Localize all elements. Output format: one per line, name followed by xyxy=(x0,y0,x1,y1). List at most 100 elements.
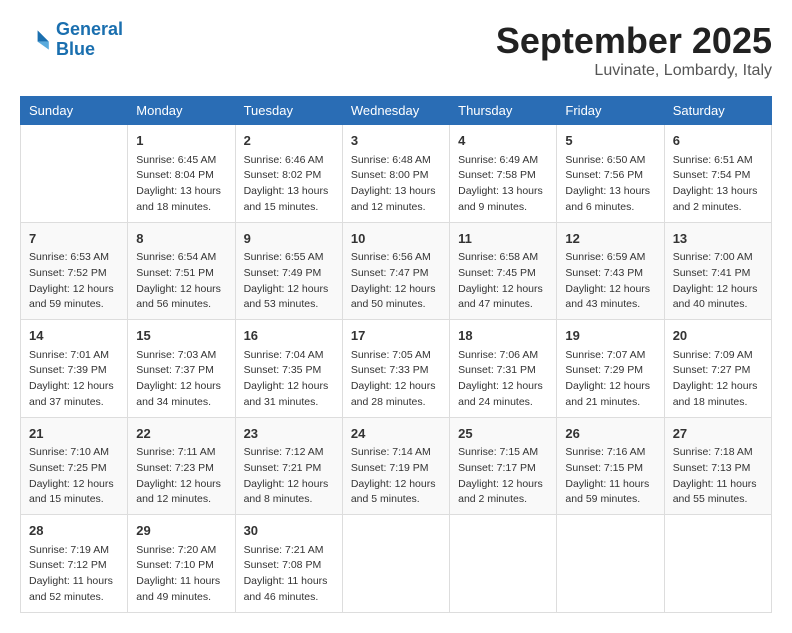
calendar-week-row: 21Sunrise: 7:10 AM Sunset: 7:25 PM Dayli… xyxy=(21,417,772,515)
calendar-cell: 24Sunrise: 7:14 AM Sunset: 7:19 PM Dayli… xyxy=(342,417,449,515)
logo-line2: Blue xyxy=(56,39,95,59)
logo-icon xyxy=(20,24,52,56)
day-info: Sunrise: 6:51 AM Sunset: 7:54 PM Dayligh… xyxy=(673,153,763,216)
day-info: Sunrise: 7:18 AM Sunset: 7:13 PM Dayligh… xyxy=(673,445,763,508)
calendar-cell: 25Sunrise: 7:15 AM Sunset: 7:17 PM Dayli… xyxy=(450,417,557,515)
day-info: Sunrise: 6:55 AM Sunset: 7:49 PM Dayligh… xyxy=(244,250,334,313)
day-info: Sunrise: 7:12 AM Sunset: 7:21 PM Dayligh… xyxy=(244,445,334,508)
day-info: Sunrise: 6:46 AM Sunset: 8:02 PM Dayligh… xyxy=(244,153,334,216)
calendar-week-row: 1Sunrise: 6:45 AM Sunset: 8:04 PM Daylig… xyxy=(21,125,772,223)
day-info: Sunrise: 7:14 AM Sunset: 7:19 PM Dayligh… xyxy=(351,445,441,508)
calendar-cell: 17Sunrise: 7:05 AM Sunset: 7:33 PM Dayli… xyxy=(342,320,449,418)
calendar-cell: 2Sunrise: 6:46 AM Sunset: 8:02 PM Daylig… xyxy=(235,125,342,223)
day-info: Sunrise: 6:50 AM Sunset: 7:56 PM Dayligh… xyxy=(565,153,655,216)
calendar-cell: 6Sunrise: 6:51 AM Sunset: 7:54 PM Daylig… xyxy=(664,125,771,223)
day-info: Sunrise: 6:58 AM Sunset: 7:45 PM Dayligh… xyxy=(458,250,548,313)
day-number: 2 xyxy=(244,131,334,151)
day-info: Sunrise: 6:53 AM Sunset: 7:52 PM Dayligh… xyxy=(29,250,119,313)
calendar-cell: 18Sunrise: 7:06 AM Sunset: 7:31 PM Dayli… xyxy=(450,320,557,418)
day-number: 28 xyxy=(29,521,119,541)
calendar-cell: 29Sunrise: 7:20 AM Sunset: 7:10 PM Dayli… xyxy=(128,515,235,613)
day-number: 22 xyxy=(136,424,226,444)
day-info: Sunrise: 6:48 AM Sunset: 8:00 PM Dayligh… xyxy=(351,153,441,216)
day-number: 6 xyxy=(673,131,763,151)
day-info: Sunrise: 7:01 AM Sunset: 7:39 PM Dayligh… xyxy=(29,348,119,411)
day-number: 3 xyxy=(351,131,441,151)
day-number: 29 xyxy=(136,521,226,541)
weekday-header: Tuesday xyxy=(235,97,342,125)
day-number: 25 xyxy=(458,424,548,444)
day-info: Sunrise: 7:00 AM Sunset: 7:41 PM Dayligh… xyxy=(673,250,763,313)
day-info: Sunrise: 7:20 AM Sunset: 7:10 PM Dayligh… xyxy=(136,543,226,606)
day-number: 5 xyxy=(565,131,655,151)
calendar-cell: 8Sunrise: 6:54 AM Sunset: 7:51 PM Daylig… xyxy=(128,222,235,320)
calendar-cell xyxy=(21,125,128,223)
calendar-cell: 20Sunrise: 7:09 AM Sunset: 7:27 PM Dayli… xyxy=(664,320,771,418)
calendar-cell: 9Sunrise: 6:55 AM Sunset: 7:49 PM Daylig… xyxy=(235,222,342,320)
day-info: Sunrise: 7:11 AM Sunset: 7:23 PM Dayligh… xyxy=(136,445,226,508)
weekday-header: Saturday xyxy=(664,97,771,125)
day-info: Sunrise: 7:07 AM Sunset: 7:29 PM Dayligh… xyxy=(565,348,655,411)
logo-text: General Blue xyxy=(56,20,123,60)
calendar-cell: 1Sunrise: 6:45 AM Sunset: 8:04 PM Daylig… xyxy=(128,125,235,223)
calendar-cell: 27Sunrise: 7:18 AM Sunset: 7:13 PM Dayli… xyxy=(664,417,771,515)
calendar-week-row: 7Sunrise: 6:53 AM Sunset: 7:52 PM Daylig… xyxy=(21,222,772,320)
calendar-cell: 12Sunrise: 6:59 AM Sunset: 7:43 PM Dayli… xyxy=(557,222,664,320)
day-info: Sunrise: 7:15 AM Sunset: 7:17 PM Dayligh… xyxy=(458,445,548,508)
calendar-header: SundayMondayTuesdayWednesdayThursdayFrid… xyxy=(21,97,772,125)
weekday-header: Friday xyxy=(557,97,664,125)
day-number: 14 xyxy=(29,326,119,346)
day-info: Sunrise: 6:56 AM Sunset: 7:47 PM Dayligh… xyxy=(351,250,441,313)
day-number: 15 xyxy=(136,326,226,346)
logo-line1: General xyxy=(56,19,123,39)
logo: General Blue xyxy=(20,20,123,60)
calendar-cell: 5Sunrise: 6:50 AM Sunset: 7:56 PM Daylig… xyxy=(557,125,664,223)
day-number: 20 xyxy=(673,326,763,346)
day-info: Sunrise: 6:54 AM Sunset: 7:51 PM Dayligh… xyxy=(136,250,226,313)
calendar-cell xyxy=(664,515,771,613)
title-block: September 2025 Luvinate, Lombardy, Italy xyxy=(496,20,772,80)
day-number: 23 xyxy=(244,424,334,444)
weekday-header: Monday xyxy=(128,97,235,125)
calendar-cell xyxy=(557,515,664,613)
day-info: Sunrise: 7:05 AM Sunset: 7:33 PM Dayligh… xyxy=(351,348,441,411)
day-number: 17 xyxy=(351,326,441,346)
calendar-cell: 7Sunrise: 6:53 AM Sunset: 7:52 PM Daylig… xyxy=(21,222,128,320)
location: Luvinate, Lombardy, Italy xyxy=(496,62,772,80)
calendar-week-row: 14Sunrise: 7:01 AM Sunset: 7:39 PM Dayli… xyxy=(21,320,772,418)
day-number: 27 xyxy=(673,424,763,444)
calendar-cell: 19Sunrise: 7:07 AM Sunset: 7:29 PM Dayli… xyxy=(557,320,664,418)
calendar-cell: 26Sunrise: 7:16 AM Sunset: 7:15 PM Dayli… xyxy=(557,417,664,515)
day-number: 24 xyxy=(351,424,441,444)
calendar-cell: 13Sunrise: 7:00 AM Sunset: 7:41 PM Dayli… xyxy=(664,222,771,320)
weekday-header: Thursday xyxy=(450,97,557,125)
day-info: Sunrise: 7:04 AM Sunset: 7:35 PM Dayligh… xyxy=(244,348,334,411)
day-number: 26 xyxy=(565,424,655,444)
weekday-header: Wednesday xyxy=(342,97,449,125)
month-title: September 2025 xyxy=(496,20,772,62)
calendar-cell: 4Sunrise: 6:49 AM Sunset: 7:58 PM Daylig… xyxy=(450,125,557,223)
day-info: Sunrise: 6:49 AM Sunset: 7:58 PM Dayligh… xyxy=(458,153,548,216)
day-number: 30 xyxy=(244,521,334,541)
day-number: 18 xyxy=(458,326,548,346)
day-info: Sunrise: 6:45 AM Sunset: 8:04 PM Dayligh… xyxy=(136,153,226,216)
calendar-cell: 21Sunrise: 7:10 AM Sunset: 7:25 PM Dayli… xyxy=(21,417,128,515)
day-info: Sunrise: 7:19 AM Sunset: 7:12 PM Dayligh… xyxy=(29,543,119,606)
calendar-cell: 16Sunrise: 7:04 AM Sunset: 7:35 PM Dayli… xyxy=(235,320,342,418)
day-number: 10 xyxy=(351,229,441,249)
calendar-cell: 23Sunrise: 7:12 AM Sunset: 7:21 PM Dayli… xyxy=(235,417,342,515)
page-header: General Blue September 2025 Luvinate, Lo… xyxy=(20,20,772,80)
day-info: Sunrise: 6:59 AM Sunset: 7:43 PM Dayligh… xyxy=(565,250,655,313)
day-number: 1 xyxy=(136,131,226,151)
day-info: Sunrise: 7:03 AM Sunset: 7:37 PM Dayligh… xyxy=(136,348,226,411)
day-number: 7 xyxy=(29,229,119,249)
calendar-cell: 10Sunrise: 6:56 AM Sunset: 7:47 PM Dayli… xyxy=(342,222,449,320)
day-number: 16 xyxy=(244,326,334,346)
day-number: 4 xyxy=(458,131,548,151)
day-info: Sunrise: 7:10 AM Sunset: 7:25 PM Dayligh… xyxy=(29,445,119,508)
calendar-cell: 28Sunrise: 7:19 AM Sunset: 7:12 PM Dayli… xyxy=(21,515,128,613)
calendar-cell: 22Sunrise: 7:11 AM Sunset: 7:23 PM Dayli… xyxy=(128,417,235,515)
calendar-cell: 3Sunrise: 6:48 AM Sunset: 8:00 PM Daylig… xyxy=(342,125,449,223)
day-number: 21 xyxy=(29,424,119,444)
calendar-table: SundayMondayTuesdayWednesdayThursdayFrid… xyxy=(20,96,772,613)
